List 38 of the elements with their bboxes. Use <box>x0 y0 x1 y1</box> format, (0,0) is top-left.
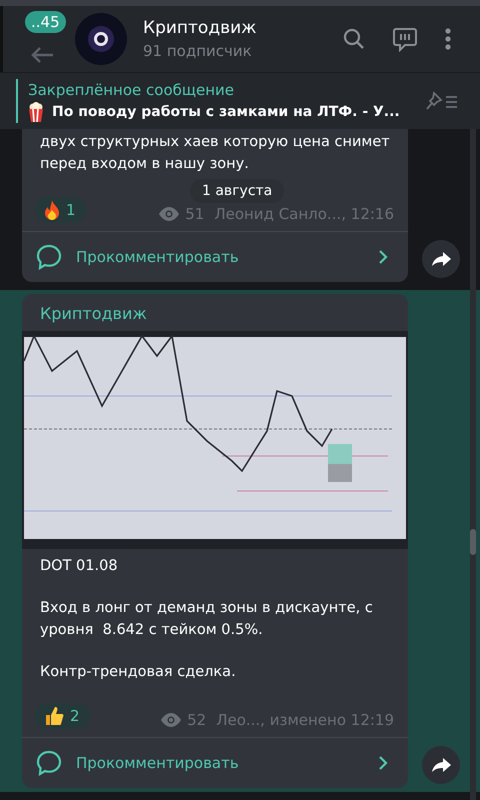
pinned-message-bar[interactable]: Закреплённое сообщение По поводу работы с замками на ЛТФ. - У... <box>0 72 480 129</box>
scrollbar-thumb[interactable] <box>470 529 476 555</box>
reaction-chip[interactable]: 2 <box>35 703 90 729</box>
pinned-label: Закреплённое сообщение <box>28 80 236 98</box>
share-button[interactable] <box>422 240 460 278</box>
message-text: Вход в лонг от деманд зоны в дискаунте, с уровня 8.642 с тейком 0.5%. <box>40 599 374 640</box>
thumbs-up-icon <box>44 706 64 726</box>
subscriber-count: 91 подписчик <box>143 42 253 60</box>
author-signature-time: Лео..., изменено 12:19 <box>216 711 394 729</box>
view-count: 52 <box>187 711 206 729</box>
channel-title: Криптодвиж <box>143 18 258 38</box>
date-pill: 1 августа <box>190 179 284 203</box>
chevron-right-icon <box>378 249 388 265</box>
back-arrow-icon[interactable] <box>29 45 55 65</box>
unread-badge: ..45 <box>25 11 66 33</box>
message-text: DOT 01.08 <box>40 557 119 576</box>
reaction-chip[interactable]: 1 <box>35 197 86 223</box>
comment-button[interactable]: Прокомментировать <box>22 737 408 788</box>
comment-icon <box>36 244 62 270</box>
author-name: Криптодвиж <box>39 303 148 325</box>
views-eye-icon <box>159 207 180 221</box>
share-button[interactable] <box>422 746 460 784</box>
message-text: двух структурных хаев которую цена снимет перед входом в нашу зону. <box>40 133 390 174</box>
pin-list-icon[interactable] <box>426 91 458 111</box>
fire-icon <box>44 200 60 220</box>
more-icon[interactable] <box>444 27 452 51</box>
view-count: 51 <box>185 205 204 223</box>
comment-icon <box>36 750 62 776</box>
comment-button[interactable]: Прокомментировать <box>22 231 408 282</box>
chat-bubble-icon[interactable] <box>392 26 418 52</box>
pinned-text: По поводу работы с замками на ЛТФ. - У... <box>52 104 400 120</box>
views-eye-icon <box>161 713 182 727</box>
author-signature-time: Леонид Санло..., 12:16 <box>214 205 394 223</box>
search-icon[interactable] <box>342 27 366 51</box>
chevron-right-icon <box>378 755 388 771</box>
message-text: Контр-трендовая сделка. <box>40 663 237 682</box>
channel-avatar-icon[interactable] <box>75 13 127 65</box>
popcorn-icon <box>28 102 44 122</box>
